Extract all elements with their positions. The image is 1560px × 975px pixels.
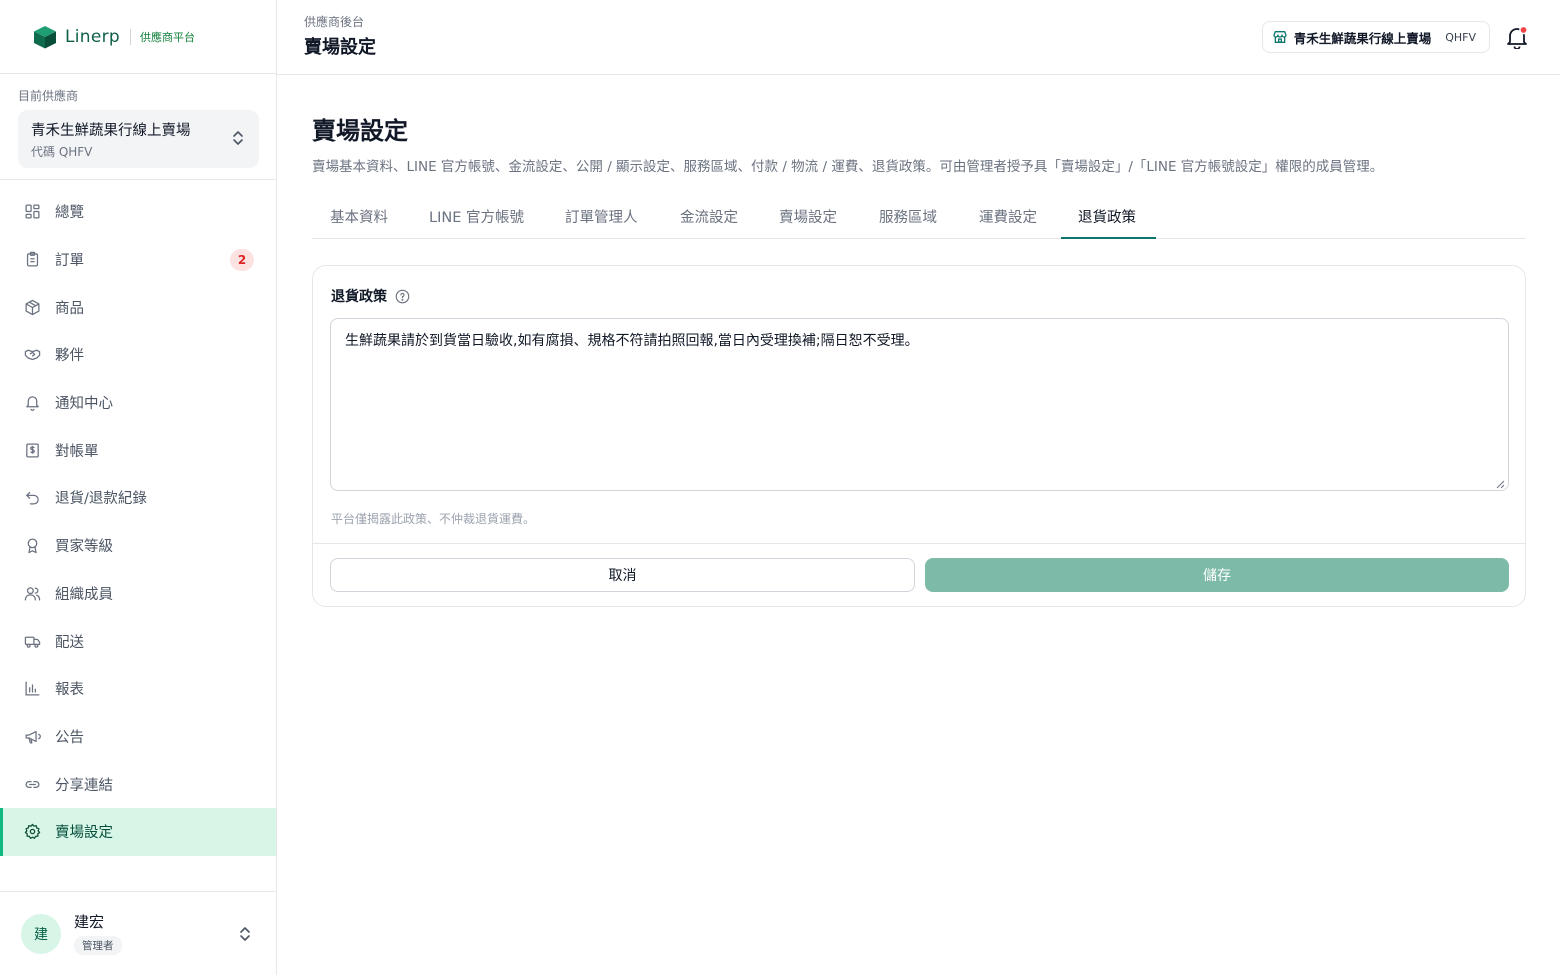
box-icon — [24, 299, 41, 316]
supplier-select[interactable]: 青禾生鮮蔬果行線上賣場 代碼 QHFV — [18, 110, 259, 168]
tab-service-area[interactable]: 服務區域 — [879, 206, 937, 227]
gear-icon — [24, 823, 41, 840]
sidebar-item-members[interactable]: 組織成員 — [0, 570, 276, 618]
topbar: 供應商後台 賣場設定 青禾生鮮蔬果行線上賣場 QHFV — [277, 0, 1560, 75]
supplier-code: 代碼 QHFV — [31, 145, 93, 159]
tab-shipping-fees[interactable]: 運費設定 — [979, 206, 1037, 227]
brand-name: Linerp — [65, 26, 121, 47]
form-actions: 取消 儲存 — [313, 543, 1525, 606]
store-icon — [1272, 29, 1288, 45]
sidebar-item-label: 賣場設定 — [55, 825, 113, 842]
return-policy-label-text: 退貨政策 — [331, 289, 387, 305]
supplier-name: 青禾生鮮蔬果行線上賣場 — [31, 123, 191, 139]
tab-return-policy[interactable]: 退貨政策 — [1078, 206, 1136, 227]
sidebar-item-partners[interactable]: 夥伴 — [0, 331, 276, 379]
store-name: 青禾生鮮蔬果行線上賣場 — [1293, 30, 1432, 46]
link-icon — [24, 776, 41, 793]
invoice-icon — [24, 442, 41, 459]
user-role-badge: 管理者 — [74, 936, 122, 955]
truck-icon — [24, 633, 41, 650]
bar-chart-icon — [24, 680, 41, 697]
sidebar-item-statements[interactable]: 對帳單 — [0, 426, 276, 474]
brand-subtitle: 供應商平台 — [140, 30, 196, 44]
undo-icon — [24, 489, 41, 506]
page-description: 賣場基本資料、LINE 官方帳號、金流設定、公開 / 顯示設定、服務區域、付款 … — [312, 159, 1384, 175]
tab-order-managers[interactable]: 訂單管理人 — [565, 206, 638, 227]
sidebar-nav: 總覽 訂單 2 商品 夥伴 通知中心 對帳單 退貨/退款紀錄 買家等級 組織成員… — [0, 180, 276, 856]
tab-store-settings[interactable]: 賣場設定 — [779, 206, 837, 227]
tab-payment-settings[interactable]: 金流設定 — [680, 206, 738, 227]
supplier-label: 目前供應商 — [18, 89, 79, 103]
help-circle-icon[interactable] — [395, 289, 410, 304]
main-content: 賣場設定 賣場基本資料、LINE 官方帳號、金流設定、公開 / 顯示設定、服務區… — [312, 75, 1526, 607]
sidebar-item-products[interactable]: 商品 — [0, 283, 276, 331]
supplier-switcher-area: 目前供應商 青禾生鮮蔬果行線上賣場 代碼 QHFV — [0, 74, 276, 180]
users-icon — [24, 585, 41, 602]
clipboard-icon — [24, 251, 41, 268]
user-name: 建宏 — [74, 913, 105, 931]
tab-basic-info[interactable]: 基本資料 — [330, 206, 388, 227]
award-icon — [24, 537, 41, 554]
topbar-title: 賣場設定 — [304, 37, 376, 58]
user-menu[interactable]: 建 建宏 管理者 — [0, 891, 276, 975]
settings-tabs: 基本資料 LINE 官方帳號 訂單管理人 金流設定 賣場設定 服務區域 運費設定… — [312, 202, 1526, 239]
brand-divider — [130, 28, 132, 45]
sidebar-item-label: 總覽 — [55, 205, 84, 222]
sidebar-item-store-settings[interactable]: 賣場設定 — [0, 807, 276, 856]
brand-header: Linerp 供應商平台 — [0, 0, 276, 74]
sidebar-item-overview[interactable]: 總覽 — [0, 188, 276, 236]
sidebar-item-announcements[interactable]: 公告 — [0, 713, 276, 761]
return-policy-textarea[interactable]: 生鮮蔬果請於到貨當日驗收,如有腐損、規格不符請拍照回報,當日內受理換補;隔日恕不… — [330, 318, 1509, 491]
return-policy-card: 退貨政策 生鮮蔬果請於到貨當日驗收,如有腐損、規格不符請拍照回報,當日內受理換補… — [312, 265, 1526, 607]
store-switcher-button[interactable]: 青禾生鮮蔬果行線上賣場 QHFV — [1261, 21, 1490, 53]
sidebar-item-label: 公告 — [55, 729, 84, 746]
save-button[interactable]: 儲存 — [925, 558, 1509, 592]
avatar: 建 — [21, 914, 61, 954]
sidebar-item-notifications[interactable]: 通知中心 — [0, 379, 276, 427]
notification-bell-icon[interactable] — [1506, 25, 1528, 49]
sidebar-item-buyer-levels[interactable]: 買家等級 — [0, 522, 276, 570]
sidebar-item-reports[interactable]: 報表 — [0, 665, 276, 713]
sidebar-item-label: 分享連結 — [55, 777, 113, 794]
sidebar-item-label: 通知中心 — [55, 396, 113, 413]
bell-icon — [24, 394, 41, 411]
handshake-icon — [24, 346, 41, 363]
cancel-button[interactable]: 取消 — [330, 558, 915, 592]
resize-handle-icon[interactable] — [1496, 480, 1505, 489]
active-tab-indicator — [1061, 237, 1156, 239]
sidebar-item-label: 配送 — [55, 634, 84, 651]
page-title: 賣場設定 — [312, 117, 408, 145]
sidebar-item-label: 買家等級 — [55, 539, 113, 556]
sidebar-item-label: 夥伴 — [55, 348, 84, 365]
sidebar-item-label: 組織成員 — [55, 586, 113, 603]
sidebar-item-label: 退貨/退款紀錄 — [55, 491, 147, 508]
megaphone-icon — [24, 728, 41, 745]
return-policy-hint: 平台僅揭露此政策、不仲裁退貨運費。 — [331, 512, 536, 526]
sidebar-item-label: 商品 — [55, 300, 84, 317]
chevron-up-down-icon — [233, 131, 243, 145]
sidebar-item-delivery[interactable]: 配送 — [0, 617, 276, 665]
sidebar-item-label: 報表 — [55, 682, 84, 699]
sidebar-item-orders[interactable]: 訂單 2 — [0, 236, 276, 284]
sidebar-item-label: 對帳單 — [55, 443, 99, 460]
store-code: QHFV — [1445, 30, 1476, 44]
grid-icon — [24, 203, 41, 220]
sidebar: Linerp 供應商平台 目前供應商 青禾生鮮蔬果行線上賣場 代碼 QHFV 總… — [0, 0, 277, 975]
return-policy-label: 退貨政策 — [331, 286, 410, 306]
orders-count-badge: 2 — [230, 248, 254, 271]
logo-cube-icon — [34, 25, 56, 48]
sidebar-item-label: 訂單 — [55, 253, 84, 270]
sidebar-item-share-links[interactable]: 分享連結 — [0, 760, 276, 808]
chevron-up-down-icon — [240, 927, 250, 941]
tab-line-official-account[interactable]: LINE 官方帳號 — [429, 206, 524, 227]
breadcrumb[interactable]: 供應商後台 — [304, 13, 364, 30]
sidebar-item-returns[interactable]: 退貨/退款紀錄 — [0, 474, 276, 522]
